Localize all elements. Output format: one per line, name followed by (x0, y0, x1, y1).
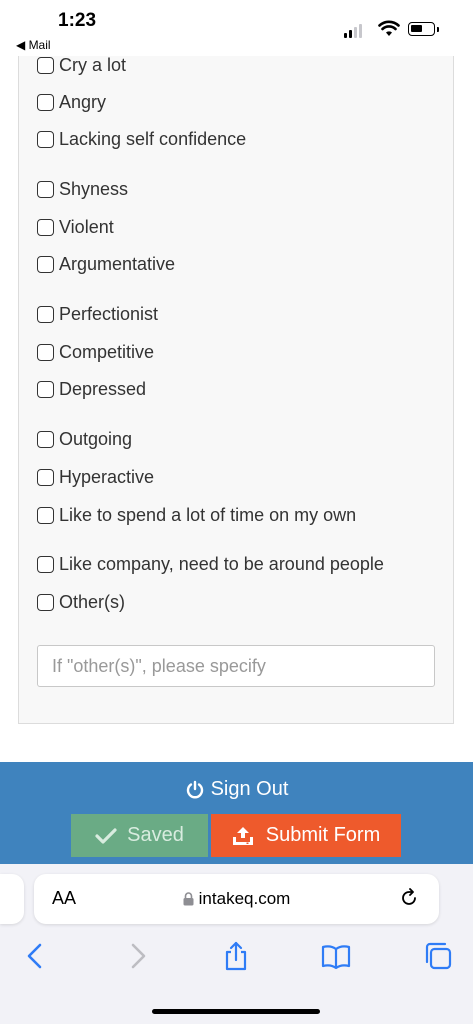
checkbox[interactable] (37, 130, 54, 148)
form-action-bar: Sign Out Saved Submit Form (0, 762, 473, 864)
sign-out-button[interactable]: Sign Out (0, 778, 473, 801)
option-label: Shyness (59, 178, 129, 199)
option-label: Violent (59, 216, 114, 237)
back-arrow-icon[interactable] (20, 940, 52, 972)
option-violent[interactable]: Violent (37, 215, 114, 239)
wifi-icon (378, 20, 400, 36)
upload-icon (232, 826, 253, 845)
battery-icon (408, 22, 435, 36)
option-depressed[interactable]: Depressed (37, 377, 146, 401)
share-icon[interactable] (220, 940, 252, 972)
checkbox[interactable] (37, 255, 54, 273)
saved-label: Saved (127, 824, 184, 846)
checkbox[interactable] (37, 380, 54, 398)
option-label: Like company, need to be around people (59, 553, 384, 574)
option-like-company[interactable]: Like company, need to be around people (37, 552, 384, 576)
option-perfectionist[interactable]: Perfectionist (37, 302, 158, 326)
option-label: Hyperactive (59, 466, 155, 487)
power-icon (186, 780, 203, 798)
option-label: Angry (59, 91, 107, 112)
option-argumentative[interactable]: Argumentative (37, 252, 175, 276)
checkbox[interactable] (37, 468, 54, 486)
option-time-on-own[interactable]: Like to spend a lot of time on my own (37, 503, 356, 527)
option-cry-a-lot[interactable]: Cry a lot (37, 53, 126, 77)
option-label: Argumentative (59, 253, 176, 274)
option-outgoing[interactable]: Outgoing (37, 427, 132, 451)
checkbox[interactable] (37, 593, 54, 611)
form-area: Cry a lot Angry Lacking self confidence … (0, 0, 473, 760)
lock-icon (183, 892, 194, 906)
back-to-mail-link[interactable]: ◀ Mail (16, 38, 51, 52)
option-label: Outgoing (59, 428, 133, 449)
reload-icon[interactable] (398, 887, 420, 909)
option-label: Lacking self confidence (59, 128, 247, 149)
checkbox[interactable] (37, 218, 54, 236)
bookmarks-icon[interactable] (320, 940, 352, 972)
option-label: Competitive (59, 341, 155, 362)
option-label: Perfectionist (59, 303, 159, 324)
url-text: intakeq.com (198, 889, 291, 908)
home-indicator (152, 1009, 320, 1014)
address-bar[interactable]: AA intakeq.com (34, 874, 439, 924)
option-lacking-self-confidence[interactable]: Lacking self confidence (37, 127, 246, 151)
battery-cap (437, 27, 439, 32)
browser-toolbar: AA intakeq.com (0, 864, 473, 1024)
other-specify-input[interactable] (37, 645, 435, 687)
option-label: Cry a lot (59, 54, 127, 75)
submit-form-button[interactable]: Submit Form (211, 814, 401, 857)
checkbox[interactable] (37, 343, 54, 361)
submit-form-label: Submit Form (265, 824, 381, 846)
option-label: Depressed (59, 378, 147, 399)
status-time: 1:23 (58, 10, 97, 31)
option-competitive[interactable]: Competitive (37, 340, 154, 364)
saved-button[interactable]: Saved (71, 814, 208, 857)
checkbox[interactable] (37, 93, 54, 111)
option-hyperactive[interactable]: Hyperactive (37, 465, 154, 489)
option-shyness[interactable]: Shyness (37, 177, 128, 201)
status-bar: 1:23 ◀ Mail (0, 0, 473, 56)
checkbox[interactable] (37, 430, 54, 448)
option-label: Like to spend a lot of time on my own (59, 504, 357, 525)
option-others[interactable]: Other(s) (37, 590, 125, 614)
checkmark-icon (95, 827, 117, 844)
option-label: Other(s) (59, 591, 126, 612)
checkbox[interactable] (37, 305, 54, 323)
checkbox[interactable] (37, 56, 54, 74)
forward-arrow-icon[interactable] (121, 940, 153, 972)
sign-out-label: Sign Out (210, 778, 289, 800)
cellular-signal-icon (344, 24, 362, 38)
checkbox[interactable] (37, 506, 54, 524)
checkbox[interactable] (37, 555, 54, 573)
checkbox[interactable] (37, 180, 54, 198)
tabs-icon[interactable] (422, 940, 454, 972)
url-display[interactable]: intakeq.com (34, 889, 439, 909)
previous-tab-preview[interactable] (0, 874, 24, 924)
option-angry[interactable]: Angry (37, 90, 106, 114)
